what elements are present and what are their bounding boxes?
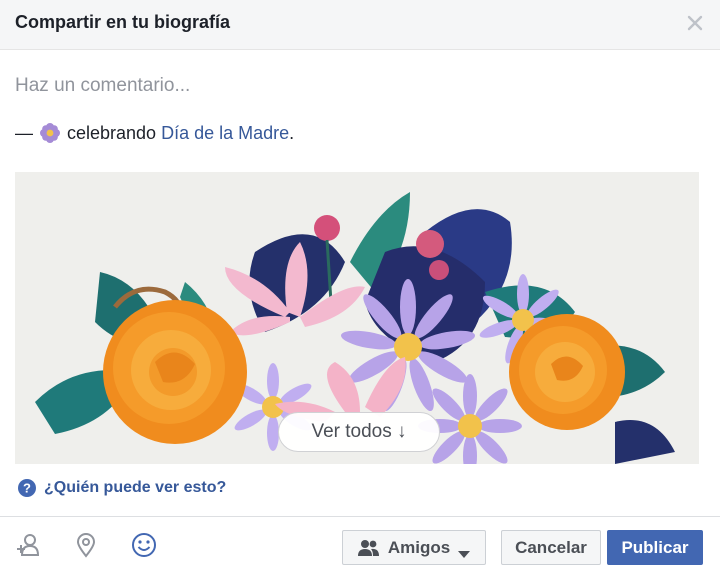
- feeling-verb: celebrando: [67, 122, 157, 143]
- question-icon: ?: [17, 478, 37, 498]
- cancel-button[interactable]: Cancelar: [501, 530, 601, 565]
- event-link[interactable]: Día de la Madre: [161, 123, 289, 144]
- mothers-day-artwork: Ver todos ↓: [15, 172, 699, 464]
- dialog-footer: Amigos Cancelar Publicar: [0, 516, 720, 574]
- audience-selector[interactable]: Amigos: [342, 530, 486, 565]
- see-all-button[interactable]: Ver todos ↓: [278, 412, 440, 452]
- comment-input[interactable]: [15, 72, 705, 100]
- chevron-down-icon: [458, 544, 471, 558]
- audience-label: Amigos: [387, 537, 451, 557]
- dialog-title: Compartir en tu biografía: [15, 12, 231, 32]
- close-icon[interactable]: [684, 12, 706, 34]
- privacy-help-label: ¿Quién puede ver esto?: [44, 479, 227, 496]
- flower-icon: [39, 122, 61, 144]
- tag-friends-icon[interactable]: [14, 531, 42, 559]
- feeling-dash: —: [15, 122, 33, 143]
- friends-icon: [357, 539, 380, 557]
- feeling-period: .: [289, 122, 295, 143]
- svg-text:?: ?: [23, 481, 31, 496]
- location-pin-icon[interactable]: [72, 531, 100, 559]
- publish-button[interactable]: Publicar: [607, 530, 703, 565]
- privacy-help-link[interactable]: ? ¿Quién puede ver esto?: [17, 476, 226, 500]
- dialog-header: Compartir en tu biografía: [0, 0, 720, 50]
- smiley-icon[interactable]: [130, 531, 158, 559]
- feeling-activity: — celebrando Día de la Madre .: [15, 120, 294, 146]
- share-dialog: Compartir en tu biografía — celebrando D…: [0, 0, 720, 574]
